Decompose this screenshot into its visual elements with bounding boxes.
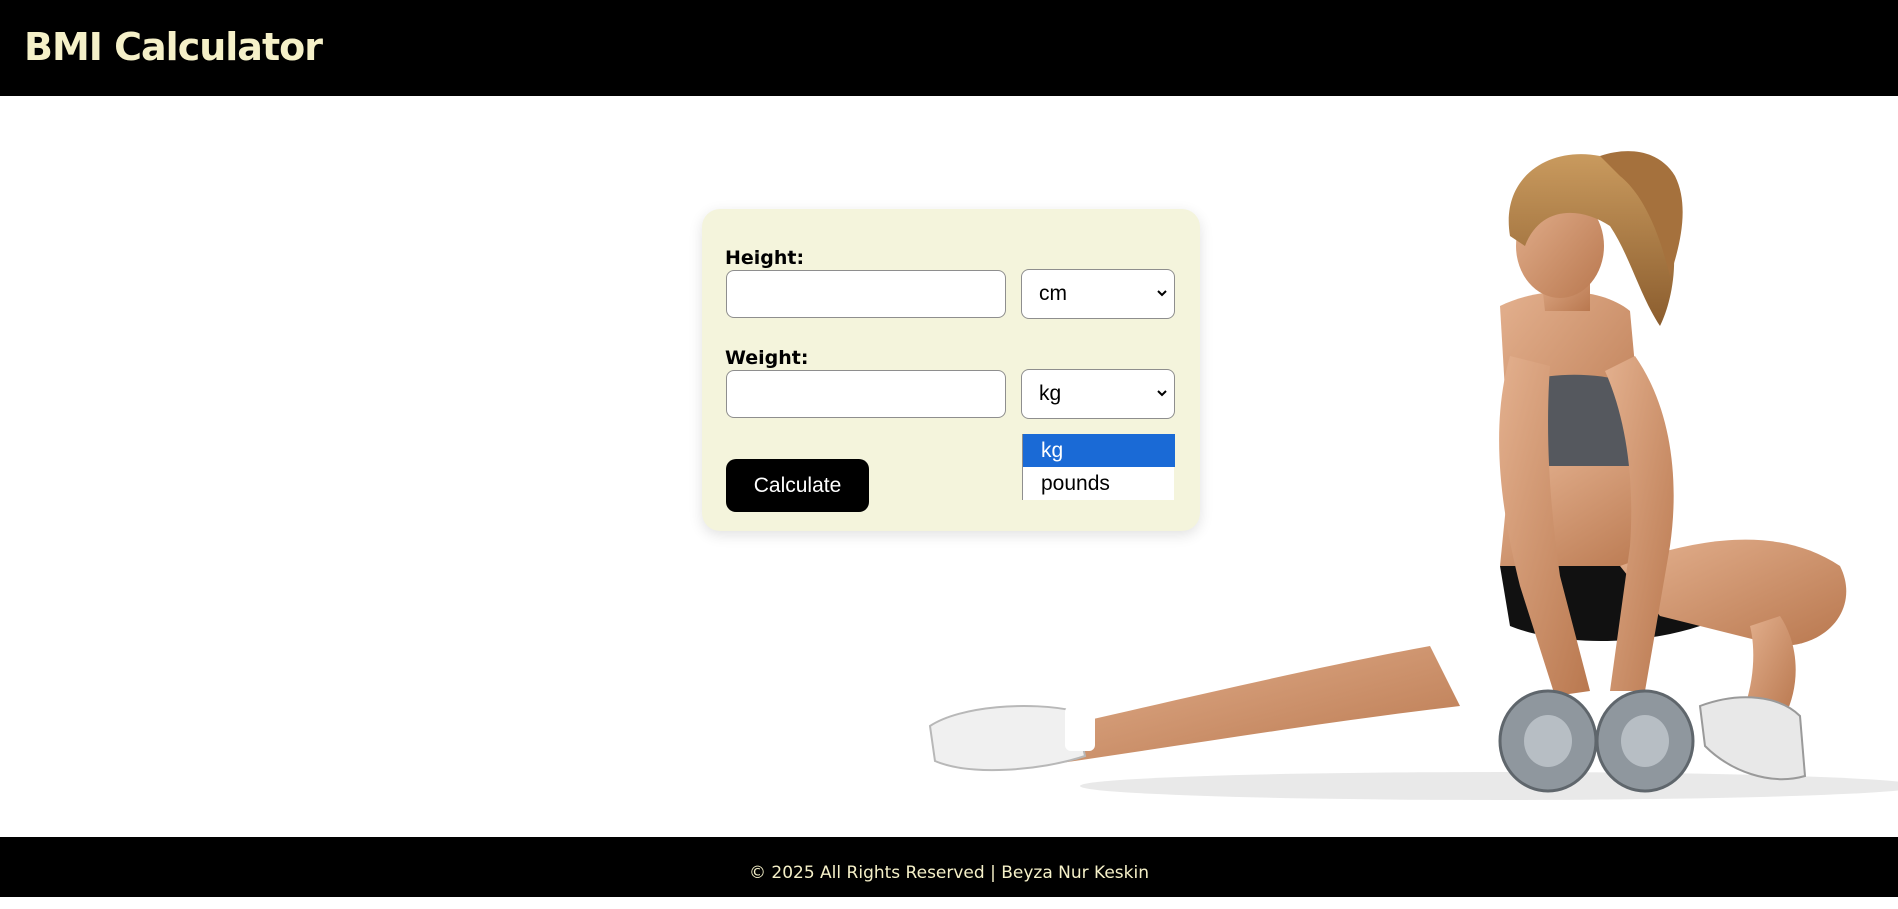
main-content: Height: cm Weight: kg Calculate kg pound… <box>0 96 1898 837</box>
app-footer: © 2025 All Rights Reserved | Beyza Nur K… <box>0 837 1898 897</box>
height-unit-select[interactable]: cm <box>1021 269 1175 319</box>
chevron-down-icon <box>1157 390 1167 397</box>
footer-copyright: © 2025 All Rights Reserved | Beyza Nur K… <box>748 863 1149 883</box>
height-input[interactable] <box>726 270 1006 318</box>
weight-input[interactable] <box>726 370 1006 418</box>
calculate-button[interactable]: Calculate <box>726 459 869 512</box>
dropdown-option-pounds[interactable]: pounds <box>1023 467 1175 500</box>
app-title: BMI Calculator <box>24 25 323 69</box>
weight-unit-dropdown: kg pounds <box>1022 434 1175 500</box>
weight-unit-value: kg <box>1039 382 1062 405</box>
chevron-down-icon <box>1157 290 1167 297</box>
height-unit-value: cm <box>1039 282 1067 305</box>
app-header: BMI Calculator <box>0 0 1898 96</box>
weight-unit-select[interactable]: kg <box>1021 369 1175 419</box>
height-label: Height: <box>725 247 805 269</box>
dropdown-option-kg[interactable]: kg <box>1023 434 1175 467</box>
weight-label: Weight: <box>725 347 809 369</box>
